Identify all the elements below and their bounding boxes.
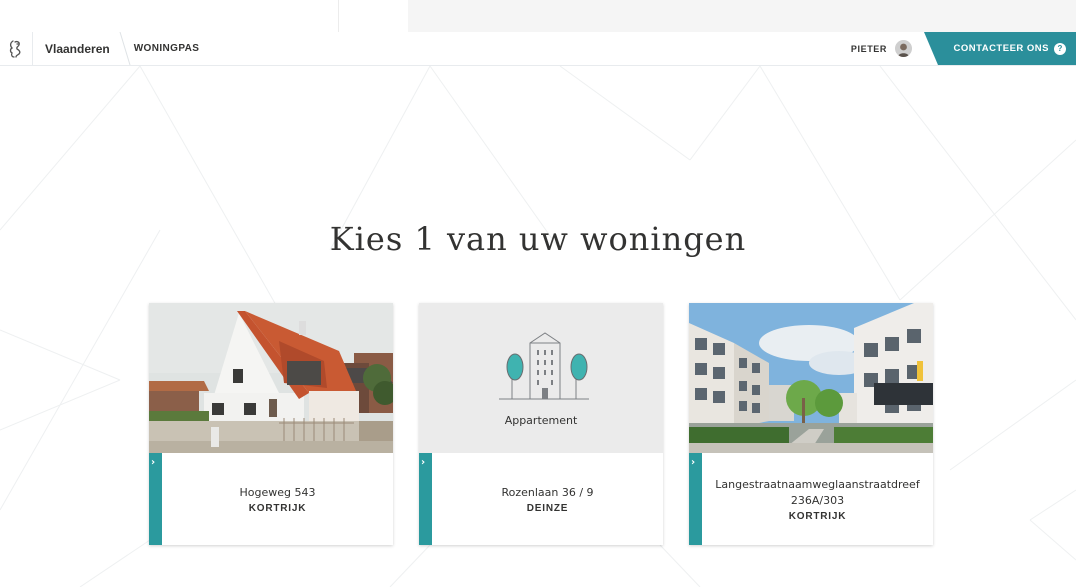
card-city: KORTRIJK	[788, 510, 847, 522]
contact-button-label: CONTACTEER ONS	[953, 43, 1049, 54]
apartment-illustration: Appartement	[419, 303, 663, 453]
photo-apartments	[689, 303, 933, 453]
app-name[interactable]: WONINGPAS	[134, 43, 200, 54]
card-city: DEINZE	[526, 502, 569, 514]
property-card-3[interactable]: › Langestraatnaamweglaanstraatdreef 236A…	[689, 303, 933, 545]
browser-strip-right	[408, 0, 1076, 32]
browser-strip-left	[0, 0, 339, 33]
property-card-2[interactable]: Appartement › Rozenlaan 36 / 9 DEINZE	[419, 303, 663, 545]
card-accent-bar: ›	[689, 453, 702, 545]
site-header: Vlaanderen WONINGPAS PIETER CONTACTEER O…	[0, 32, 1076, 66]
card-body: › Langestraatnaamweglaanstraatdreef 236A…	[689, 453, 933, 545]
help-icon: ?	[1054, 42, 1066, 55]
card-accent-bar: ›	[149, 453, 162, 545]
property-card-1[interactable]: › Hogeweg 543 KORTRIJK	[149, 303, 393, 545]
card-body: › Rozenlaan 36 / 9 DEINZE	[419, 453, 663, 545]
user-avatar[interactable]	[895, 40, 912, 57]
chevron-right-icon: ›	[421, 457, 426, 468]
brand-name[interactable]: Vlaanderen	[45, 42, 110, 56]
card-address: Langestraatnaamweglaanstraatdreef 236A/3…	[715, 477, 920, 507]
contact-button[interactable]: CONTACTEER ONS ?	[924, 32, 1076, 65]
apartment-icon	[499, 332, 589, 400]
card-address: Hogeweg 543	[239, 485, 316, 499]
page-title: Kies 1 van uw woningen	[329, 220, 747, 258]
user-name[interactable]: PIETER	[851, 44, 887, 54]
flemish-lion-icon[interactable]	[0, 32, 33, 65]
card-address: Rozenlaan 36 / 9	[501, 485, 594, 499]
photo-house	[149, 303, 393, 453]
chevron-right-icon: ›	[151, 457, 156, 468]
card-body: › Hogeweg 543 KORTRIJK	[149, 453, 393, 545]
card-accent-bar: ›	[419, 453, 432, 545]
card-city: KORTRIJK	[248, 502, 307, 514]
chevron-right-icon: ›	[691, 457, 696, 468]
breadcrumb-separator	[119, 32, 131, 65]
property-type-label: Appartement	[504, 414, 578, 427]
